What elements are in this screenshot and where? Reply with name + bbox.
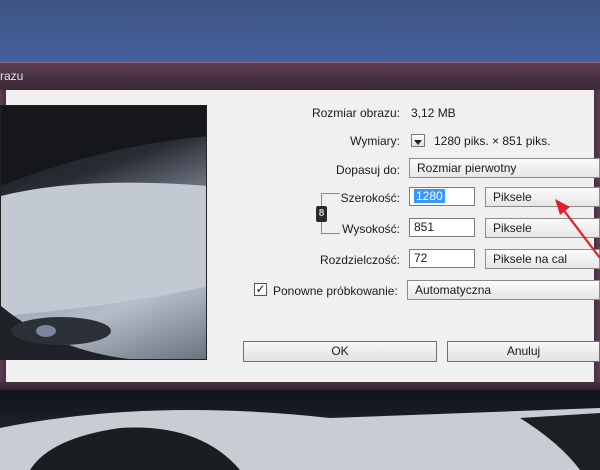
width-input[interactable]: 1280 — [409, 187, 475, 206]
ok-button[interactable]: OK — [243, 341, 437, 362]
dialog-titlebar[interactable] — [0, 62, 600, 91]
cancel-button[interactable]: Anuluj — [447, 341, 600, 362]
image-size-label: Rozmiar obrazu: — [311, 106, 400, 120]
dimensions-units-toggle[interactable] — [411, 134, 425, 147]
fit-to-label: Dopasuj do: — [335, 163, 400, 177]
resample-method-dropdown[interactable]: Automatyczna — [407, 280, 600, 300]
triangle-down-icon — [414, 140, 422, 145]
resolution-label: Rozdzielczość: — [319, 253, 400, 267]
dialog-title: razu — [0, 69, 24, 83]
height-input[interactable]: 851 — [409, 218, 475, 237]
car-preview-image — [1, 106, 206, 359]
constrain-proportions-icon[interactable]: 8 — [316, 206, 327, 222]
width-unit-dropdown[interactable]: Piksele — [485, 187, 600, 207]
dimensions-label: Wymiary: — [350, 134, 400, 148]
height-unit-dropdown[interactable]: Piksele — [485, 218, 600, 238]
background-photo — [0, 388, 600, 470]
desktop-background — [0, 0, 600, 62]
resolution-input[interactable]: 72 — [409, 249, 475, 268]
image-preview[interactable] — [0, 105, 207, 360]
image-size-value: 3,12 MB — [411, 106, 456, 120]
window-frame-bottom — [0, 382, 600, 390]
car-photo-background — [0, 408, 600, 470]
width-label: Szerokość: — [340, 191, 400, 205]
resolution-unit-dropdown[interactable]: Piksele na cal — [485, 249, 600, 269]
fit-to-dropdown[interactable]: Rozmiar pierwotny — [409, 158, 600, 178]
resample-label: Ponowne próbkowanie: — [273, 284, 398, 298]
resample-checkbox[interactable]: ✓ — [254, 283, 267, 296]
height-label: Wysokość: — [342, 222, 400, 236]
dimensions-value: 1280 piks. × 851 piks. — [434, 134, 551, 148]
